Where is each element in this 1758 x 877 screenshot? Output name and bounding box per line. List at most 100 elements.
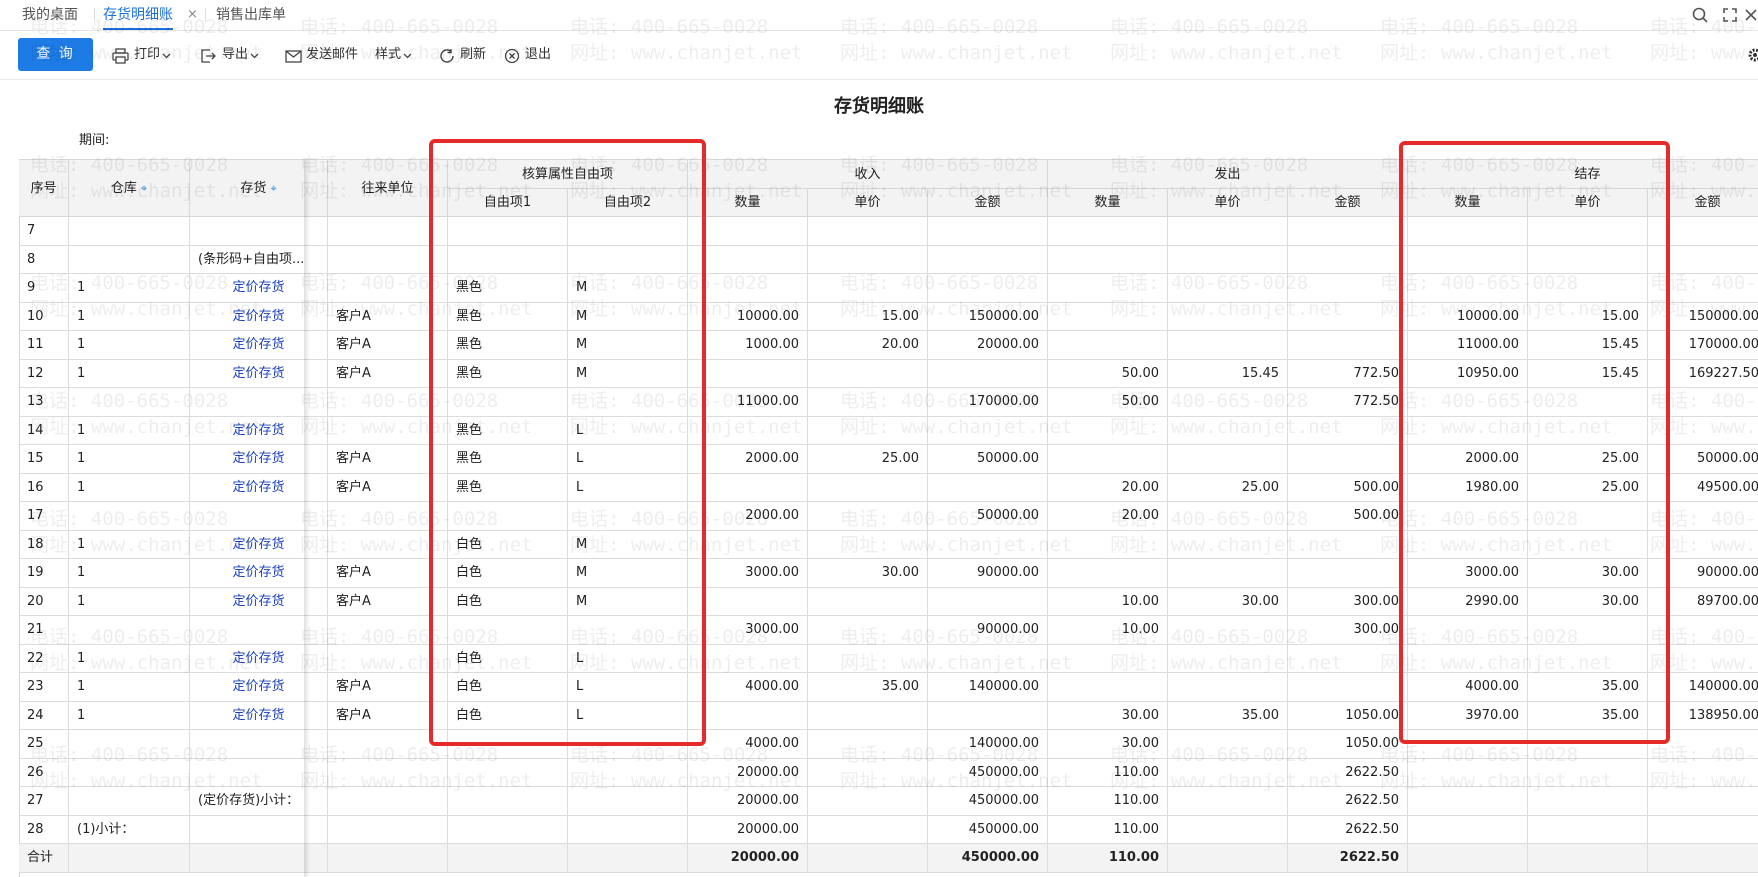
table-cell-issue-qty (1048, 217, 1168, 246)
table-cell-issue-price (1168, 302, 1288, 331)
table-cell-issue-qty (1048, 245, 1168, 274)
tab-sales-outbound[interactable]: 销售出库单 (216, 0, 286, 30)
table-cell-issue-qty: 110.00 (1048, 815, 1168, 844)
total-cell-warehouse (69, 844, 190, 873)
table-cell-income-price (808, 644, 928, 673)
table-cell-income-price (808, 730, 928, 759)
settings-gear-icon[interactable] (1748, 48, 1758, 62)
header-warehouse: 仓库 ⌖ (69, 160, 190, 217)
tab-inventory-detail[interactable]: 存货明细账 (103, 0, 173, 30)
table-cell-income-qty: 2000.00 (688, 502, 808, 531)
table-cell-seq: 17 (19, 502, 69, 531)
table-cell-warehouse: 1 (69, 302, 190, 331)
table-cell-income-price (808, 416, 928, 445)
refresh-button[interactable]: 刷新 (439, 31, 489, 79)
tab-close-icon[interactable]: × (187, 0, 198, 30)
table-cell-income-amount: 20000.00 (928, 331, 1048, 360)
filter-pin-icon[interactable]: ⌖ (270, 182, 276, 195)
header-income-qty: 数量 (688, 189, 808, 217)
table-cell-income-amount: 140000.00 (928, 730, 1048, 759)
table-cell-issue-amount: 500.00 (1288, 473, 1408, 502)
table-cell-seq: 13 (19, 388, 69, 417)
style-dropdown[interactable]: 样式 (375, 31, 417, 79)
fullscreen-icon[interactable] (1719, 4, 1741, 26)
highlight-box-balance (1399, 141, 1670, 744)
export-label: 导出 (222, 47, 249, 62)
table-cell-seq: 20 (19, 587, 69, 616)
total-cell-income-amount: 450000.00 (928, 844, 1048, 873)
table-cell-income-price (808, 587, 928, 616)
table-cell-issue-qty: 30.00 (1048, 701, 1168, 730)
table-cell-income-amount (928, 359, 1048, 388)
table-cell-income-price (808, 616, 928, 645)
table-cell-issue-price (1168, 730, 1288, 759)
table-cell-balance-qty (1408, 758, 1528, 787)
table-cell-seq: 28 (19, 815, 69, 844)
table-cell-income-qty: 10000.00 (688, 302, 808, 331)
table-cell-issue-amount: 300.00 (1288, 616, 1408, 645)
table-cell-issue-price (1168, 616, 1288, 645)
printer-icon (112, 48, 129, 64)
table-cell-partner (328, 758, 448, 787)
exit-button[interactable]: 退出 (504, 31, 554, 79)
table-cell-warehouse: 1 (69, 701, 190, 730)
export-button[interactable]: 导出 (200, 31, 262, 79)
table-cell-issue-price (1168, 502, 1288, 531)
table-cell-income-price (808, 701, 928, 730)
table-cell-issue-price: 15.45 (1168, 359, 1288, 388)
table-cell-income-qty (688, 530, 808, 559)
table-cell-issue-price (1168, 245, 1288, 274)
table-cell-issue-amount (1288, 274, 1408, 303)
print-button[interactable]: 打印 (112, 31, 174, 79)
table-cell-income-qty (688, 587, 808, 616)
exit-icon (504, 48, 520, 64)
table-cell-income-amount: 450000.00 (928, 815, 1048, 844)
table-cell-income-amount (928, 416, 1048, 445)
mail-icon (285, 50, 302, 63)
query-button[interactable]: 查 询 (18, 38, 93, 71)
send-email-button[interactable]: 发送邮件 (285, 31, 367, 79)
filter-pin-icon[interactable]: ⌖ (141, 182, 147, 195)
table-cell-income-qty (688, 473, 808, 502)
table-cell-issue-price: 25.00 (1168, 473, 1288, 502)
table-cell-warehouse (69, 758, 190, 787)
table-cell-income-amount (928, 217, 1048, 246)
period-label: 期间: (79, 133, 110, 148)
table-cell-issue-price: 35.00 (1168, 701, 1288, 730)
table-cell-income-amount (928, 701, 1048, 730)
chevron-down-icon (162, 53, 171, 59)
table-cell-issue-amount: 772.50 (1288, 388, 1408, 417)
close-icon[interactable] (1740, 4, 1758, 26)
table-cell-income-price (808, 274, 928, 303)
total-cell-issue-amount: 2622.50 (1288, 844, 1408, 873)
table-cell-warehouse: 1 (69, 331, 190, 360)
table-cell-issue-qty: 110.00 (1048, 787, 1168, 816)
search-icon[interactable] (1689, 4, 1711, 26)
header-income-price: 单价 (808, 189, 928, 217)
table-cell-issue-amount: 2622.50 (1288, 758, 1408, 787)
table-cell-issue-qty (1048, 644, 1168, 673)
table-cell-balance-price (1528, 787, 1648, 816)
table-cell-warehouse: 1 (69, 274, 190, 303)
table-cell-free-item2 (568, 815, 688, 844)
table-cell-income-qty (688, 217, 808, 246)
table-cell-income-qty (688, 245, 808, 274)
table-cell-income-qty (688, 644, 808, 673)
table-cell-issue-amount: 772.50 (1288, 359, 1408, 388)
table-cell-free-item1 (448, 758, 568, 787)
table-cell-issue-amount (1288, 416, 1408, 445)
table-cell-warehouse: 1 (69, 445, 190, 474)
table-cell-issue-qty (1048, 673, 1168, 702)
table-cell-issue-amount (1288, 302, 1408, 331)
header-warehouse-label: 仓库 (110, 181, 137, 196)
toolbar: 查 询 打印 导出 发送邮件 样式 刷新 退出 (0, 31, 1758, 80)
table-cell-warehouse (69, 502, 190, 531)
tab-my-desktop[interactable]: 我的桌面 (22, 0, 78, 30)
table-cell-warehouse: 1 (69, 559, 190, 588)
table-cell-warehouse: (1)小计： (69, 815, 190, 844)
table-cell-issue-amount: 1050.00 (1288, 701, 1408, 730)
style-label: 样式 (375, 47, 402, 62)
table-cell-warehouse (69, 217, 190, 246)
table-cell-income-price: 30.00 (808, 559, 928, 588)
table-cell-income-amount (928, 587, 1048, 616)
